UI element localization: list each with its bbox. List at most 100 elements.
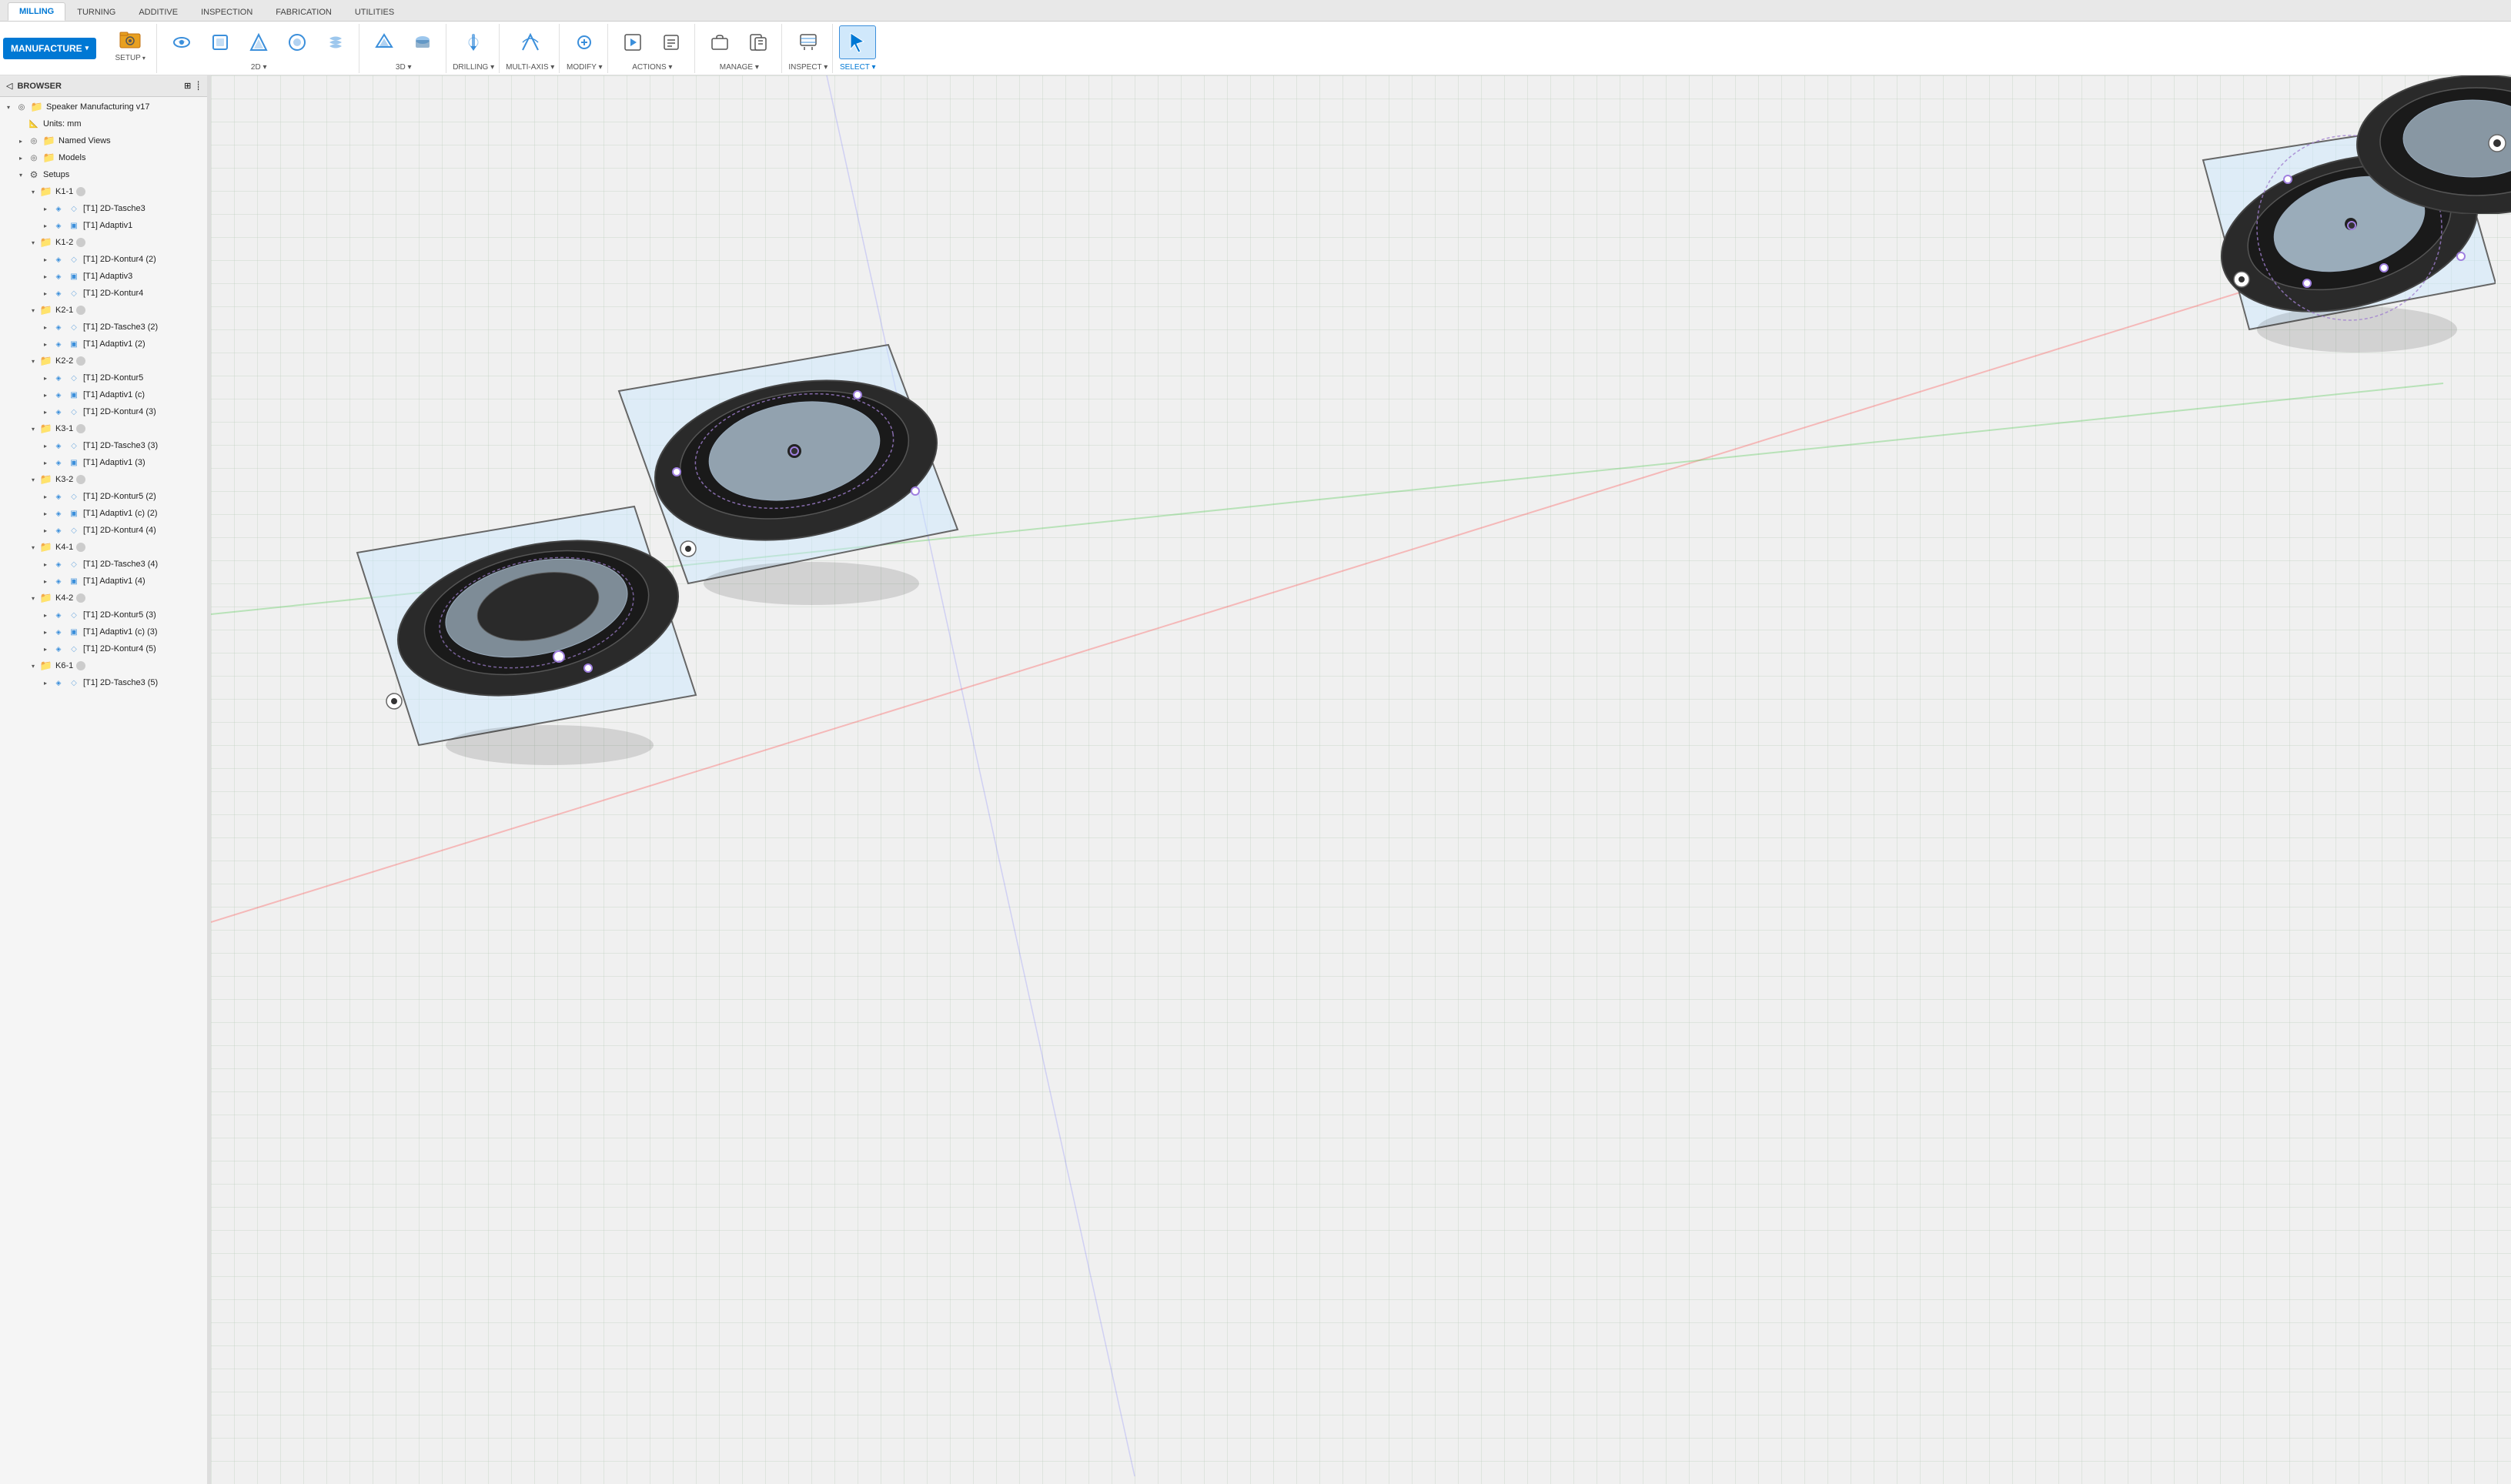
k1-2-op1-arrow[interactable] bbox=[40, 254, 51, 265]
tree-item-k4-2[interactable]: 📁 K4-2 bbox=[0, 590, 207, 607]
select-btn[interactable] bbox=[839, 25, 876, 59]
k6-1-op1-arrow[interactable] bbox=[40, 677, 51, 688]
3d-adaptive-btn[interactable] bbox=[366, 25, 403, 59]
k1-1-arrow[interactable] bbox=[28, 186, 38, 197]
setups-arrow[interactable] bbox=[15, 169, 26, 180]
3d-label[interactable]: 3D ▾ bbox=[396, 63, 412, 72]
tree-item-models[interactable]: ◎ 📁 Models bbox=[0, 149, 207, 166]
models-arrow[interactable] bbox=[15, 152, 26, 163]
k1-2-arrow[interactable] bbox=[28, 237, 38, 248]
2d-contour-btn[interactable] bbox=[202, 25, 239, 59]
tree-item-k2-2-op1[interactable]: ◈ ◇ [T1] 2D-Kontur5 bbox=[0, 369, 207, 386]
tree-item-k3-2-op2[interactable]: ◈ ▣ [T1] Adaptiv1 (c) (2) bbox=[0, 505, 207, 522]
tree-item-k6-1-op1[interactable]: ◈ ◇ [T1] 2D-Tasche3 (5) bbox=[0, 674, 207, 691]
tree-item-k6-1[interactable]: 📁 K6-1 bbox=[0, 657, 207, 674]
k1-2-op1-vis-icon[interactable]: ◈ bbox=[52, 253, 65, 266]
tree-item-k4-2-op1[interactable]: ◈ ◇ [T1] 2D-Kontur5 (3) bbox=[0, 607, 207, 623]
k3-1-op2-arrow[interactable] bbox=[40, 457, 51, 468]
k3-2-op1-arrow[interactable] bbox=[40, 491, 51, 502]
manage-btn1[interactable] bbox=[701, 25, 738, 59]
k1-1-op2-vis-icon[interactable]: ◈ bbox=[52, 219, 65, 232]
k4-2-arrow[interactable] bbox=[28, 593, 38, 603]
tree-item-k4-1-op2[interactable]: ◈ ▣ [T1] Adaptiv1 (4) bbox=[0, 573, 207, 590]
tab-turning[interactable]: TURNING bbox=[65, 2, 127, 21]
tree-item-k2-1-op2[interactable]: ◈ ▣ [T1] Adaptiv1 (2) bbox=[0, 336, 207, 353]
k4-1-arrow[interactable] bbox=[28, 542, 38, 553]
k4-1-op1-arrow[interactable] bbox=[40, 559, 51, 570]
modify-btn[interactable] bbox=[566, 25, 603, 59]
browser-back-icon[interactable]: ◁ bbox=[6, 81, 12, 91]
tree-item-k3-1-op2[interactable]: ◈ ▣ [T1] Adaptiv1 (3) bbox=[0, 454, 207, 471]
tree-item-k2-2[interactable]: 📁 K2-2 bbox=[0, 353, 207, 369]
k2-2-op2-arrow[interactable] bbox=[40, 389, 51, 400]
tree-item-k1-1-op1[interactable]: ◈ ◇ [T1] 2D-Tasche3 bbox=[0, 200, 207, 217]
tree-item-k3-2-op3[interactable]: ◈ ◇ [T1] 2D-Kontur4 (4) bbox=[0, 522, 207, 539]
tree-item-root[interactable]: ◎ 📁 Speaker Manufacturing v17 bbox=[0, 99, 207, 115]
k3-2-op3-arrow[interactable] bbox=[40, 525, 51, 536]
tab-inspection[interactable]: INSPECTION bbox=[189, 2, 264, 21]
manage-label[interactable]: MANAGE ▾ bbox=[720, 63, 759, 72]
2d-adaptive-btn[interactable] bbox=[163, 25, 200, 59]
tab-milling[interactable]: MILLING bbox=[8, 2, 65, 21]
browser-resize-handle[interactable]: ┊ bbox=[196, 81, 201, 91]
tree-item-units[interactable]: 📐 Units: mm bbox=[0, 115, 207, 132]
browser-settings-icon[interactable]: ⊞ bbox=[184, 81, 191, 91]
k2-1-op1-vis-icon[interactable]: ◈ bbox=[52, 321, 65, 333]
k2-1-op2-vis-icon[interactable]: ◈ bbox=[52, 338, 65, 350]
inspect-label[interactable]: INSPECT ▾ bbox=[788, 63, 828, 72]
k2-2-op3-arrow[interactable] bbox=[40, 406, 51, 417]
tree-item-k1-2-op3[interactable]: ◈ ◇ [T1] 2D-Kontur4 bbox=[0, 285, 207, 302]
k3-1-op2-vis-icon[interactable]: ◈ bbox=[52, 456, 65, 469]
k4-1-op1-vis-icon[interactable]: ◈ bbox=[52, 558, 65, 570]
tree-item-k1-2-op1[interactable]: ◈ ◇ [T1] 2D-Kontur4 (2) bbox=[0, 251, 207, 268]
k3-2-op3-vis-icon[interactable]: ◈ bbox=[52, 524, 65, 536]
k6-1-op1-vis-icon[interactable]: ◈ bbox=[52, 677, 65, 689]
named-views-visibility-icon[interactable]: ◎ bbox=[28, 135, 40, 147]
k2-1-op1-arrow[interactable] bbox=[40, 322, 51, 333]
k2-2-op1-vis-icon[interactable]: ◈ bbox=[52, 372, 65, 384]
k1-1-op1-vis-icon[interactable]: ◈ bbox=[52, 202, 65, 215]
modify-label[interactable]: MODIFY ▾ bbox=[567, 63, 603, 72]
manage-btn2[interactable] bbox=[740, 25, 777, 59]
k2-2-arrow[interactable] bbox=[28, 356, 38, 366]
k1-2-op3-vis-icon[interactable]: ◈ bbox=[52, 287, 65, 299]
tab-utilities[interactable]: UTILITIES bbox=[343, 2, 406, 21]
k3-2-op2-arrow[interactable] bbox=[40, 508, 51, 519]
tree-item-k2-1[interactable]: 📁 K2-1 bbox=[0, 302, 207, 319]
k2-2-op2-vis-icon[interactable]: ◈ bbox=[52, 389, 65, 401]
tree-item-named-views[interactable]: ◎ 📁 Named Views bbox=[0, 132, 207, 149]
tree-item-k2-1-op1[interactable]: ◈ ◇ [T1] 2D-Tasche3 (2) bbox=[0, 319, 207, 336]
post-btn[interactable] bbox=[653, 25, 690, 59]
simulate-btn[interactable] bbox=[614, 25, 651, 59]
k3-2-op2-vis-icon[interactable]: ◈ bbox=[52, 507, 65, 520]
inspect-btn[interactable] bbox=[790, 25, 827, 59]
3d-viewport[interactable] bbox=[211, 75, 2511, 1484]
k2-2-op1-arrow[interactable] bbox=[40, 373, 51, 383]
k1-2-op2-vis-icon[interactable]: ◈ bbox=[52, 270, 65, 282]
k3-2-op1-vis-icon[interactable]: ◈ bbox=[52, 490, 65, 503]
2d-pocket-btn[interactable] bbox=[240, 25, 277, 59]
tree-item-k2-2-op2[interactable]: ◈ ▣ [T1] Adaptiv1 (c) bbox=[0, 386, 207, 403]
k1-2-op3-arrow[interactable] bbox=[40, 288, 51, 299]
tab-additive[interactable]: ADDITIVE bbox=[127, 2, 189, 21]
multiaxis-btn[interactable] bbox=[512, 25, 549, 59]
drilling-label[interactable]: DRILLING ▾ bbox=[453, 63, 494, 72]
k3-1-op1-arrow[interactable] bbox=[40, 440, 51, 451]
k4-2-op2-vis-icon[interactable]: ◈ bbox=[52, 626, 65, 638]
2d-thread-btn[interactable] bbox=[317, 25, 354, 59]
tree-item-k4-1[interactable]: 📁 K4-1 bbox=[0, 539, 207, 556]
k2-2-op3-vis-icon[interactable]: ◈ bbox=[52, 406, 65, 418]
tree-item-k1-1[interactable]: 📁 K1-1 bbox=[0, 183, 207, 200]
tree-item-k1-1-op2[interactable]: ◈ ▣ [T1] Adaptiv1 bbox=[0, 217, 207, 234]
manufacture-button[interactable]: MANUFACTURE ▾ bbox=[3, 38, 96, 59]
k2-1-op2-arrow[interactable] bbox=[40, 339, 51, 349]
k3-2-arrow[interactable] bbox=[28, 474, 38, 485]
k2-1-arrow[interactable] bbox=[28, 305, 38, 316]
k4-1-op2-arrow[interactable] bbox=[40, 576, 51, 587]
3d-pocket-btn[interactable] bbox=[404, 25, 441, 59]
models-visibility-icon[interactable]: ◎ bbox=[28, 152, 40, 164]
tree-item-k2-2-op3[interactable]: ◈ ◇ [T1] 2D-Kontur4 (3) bbox=[0, 403, 207, 420]
select-label[interactable]: SELECT ▾ bbox=[840, 63, 876, 72]
k1-1-op2-arrow[interactable] bbox=[40, 220, 51, 231]
k3-1-op1-vis-icon[interactable]: ◈ bbox=[52, 440, 65, 452]
